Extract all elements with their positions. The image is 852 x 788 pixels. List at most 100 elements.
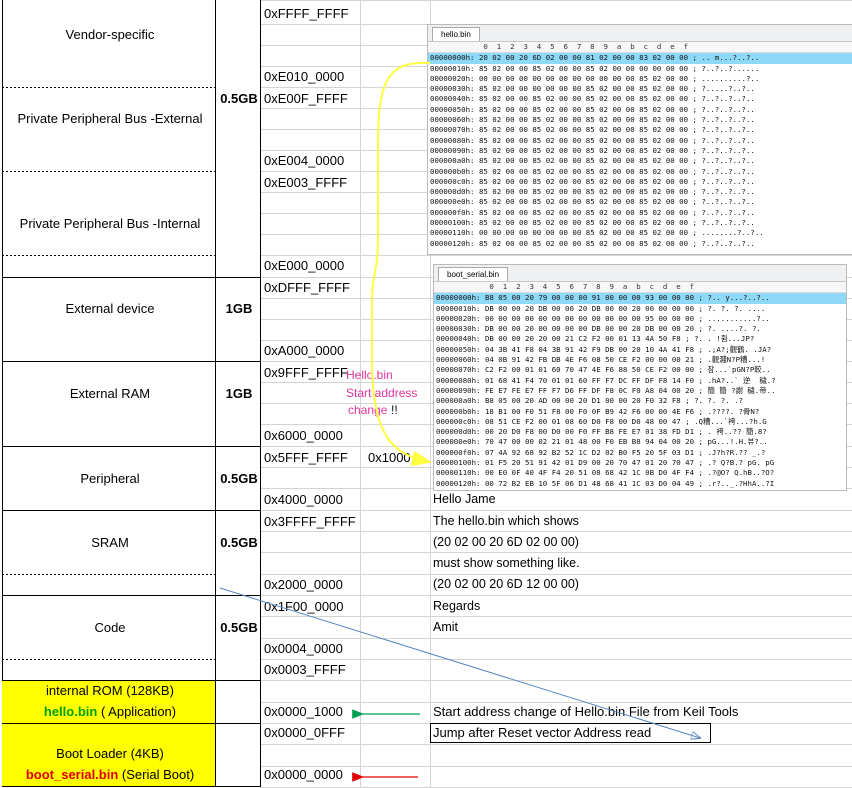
hex-ascii: ; .. m...?..?..	[692, 53, 760, 63]
address-label: 0x6000_0000	[264, 428, 343, 443]
hex-row[interactable]: 00000090h: FE E7 FE E7 FF F7 D6 FF DF F8…	[434, 386, 846, 396]
callout-start-address: Start address change of Hello.bin File f…	[433, 704, 739, 719]
region-external-ram: External RAM	[69, 386, 151, 401]
address-label: 0xFFFF_FFFF	[264, 6, 349, 21]
hex-row[interactable]: 00000120h: 00 72 B2 EB 10 5F 06 D1 48 68…	[434, 479, 846, 489]
hex-row[interactable]: 000000b0h: 85 02 00 00 85 02 00 00 85 02…	[428, 167, 852, 177]
hex-ascii: ; ?.....?..?..	[692, 84, 755, 94]
size-external-ram: 1GB	[225, 386, 253, 401]
hex-bytes: 00 72 B2 EB 10 5F 06 D1 48 68 41 1C 03 D…	[484, 478, 695, 488]
hex-ascii: ; .? Q?B.? pG. pG	[698, 458, 775, 468]
region-internal-rom: internal ROM (128KB)	[46, 683, 174, 698]
hex-row[interactable]: 000000e0h: 70 47 00 00 02 21 01 48 00 F0…	[434, 437, 846, 447]
hex-ascii: ; ?..?..?..?..	[692, 197, 755, 207]
hex-row[interactable]: 00000010h: 85 02 00 00 85 02 00 00 85 02…	[428, 64, 852, 74]
hex-row[interactable]: 00000080h: 85 02 00 00 85 02 00 00 85 02…	[428, 136, 852, 146]
hex-editor-hello: hello.bin 0 1 2 3 4 5 6 7 8 9 a b c d e …	[427, 24, 852, 255]
hex-row[interactable]: 00000100h: 85 02 00 00 85 02 00 00 85 02…	[428, 218, 852, 228]
hex-row[interactable]: 00000050h: 04 3B 41 F8 04 3B 91 42 F9 DB…	[434, 345, 846, 355]
hex-bytes: 85 02 00 00 85 02 00 00 85 02 00 00 85 0…	[478, 115, 689, 125]
hex-row[interactable]: 00000030h: 85 02 00 00 00 00 00 00 85 02…	[428, 84, 852, 94]
hex-ascii: ; ?..?..?..?..	[692, 207, 755, 217]
note-line: (20 02 00 20 6D 02 00 00)	[433, 535, 579, 549]
hex-offset: 000000b0h:	[436, 406, 481, 416]
tab-boot-serial-bin[interactable]: boot_serial.bin	[438, 267, 509, 281]
hex-row[interactable]: 00000100h: 01 F5 20 51 91 42 01 D9 00 20…	[434, 458, 846, 468]
hex-row[interactable]: 000000a0h: 85 02 00 00 85 02 00 00 85 02…	[428, 156, 852, 166]
size-external-device: 1GB	[225, 301, 253, 316]
hex-row[interactable]: 00000030h: DB 00 00 20 00 00 00 00 DB 00…	[434, 324, 846, 334]
hex-row[interactable]: 000000b0h: 18 B1 00 F0 51 F8 00 F0 0F B9…	[434, 407, 846, 417]
address-label: 0x0000_1000	[264, 704, 343, 719]
hex-row[interactable]: 00000060h: 04 0B 91 42 FB DB 4E F6 08 50…	[434, 355, 846, 365]
hex-row[interactable]: 00000040h: 85 02 00 00 85 02 00 00 85 02…	[428, 94, 852, 104]
hex-offset: 00000120h:	[436, 478, 481, 488]
hex-ascii: ; ?..?..?..?..	[692, 135, 755, 145]
hex-row[interactable]: 000000e0h: 85 02 00 00 85 02 00 00 85 02…	[428, 197, 852, 207]
hex-offset: 00000110h:	[430, 228, 475, 238]
hex-row[interactable]: 000000a0h: B8 05 00 20 AD 00 00 20 D1 00…	[434, 396, 846, 406]
hex-row[interactable]: 000000d0h: 00 20 D0 F8 00 D0 00 F0 FF B8…	[434, 427, 846, 437]
hex-row[interactable]: 000000f0h: 85 02 00 00 85 02 00 00 85 02…	[428, 208, 852, 218]
hex-bytes: 85 02 00 00 85 02 00 00 85 02 00 00 00 0…	[478, 63, 689, 73]
hex-row[interactable]: 00000000h: B8 05 00 20 79 00 00 00 91 00…	[434, 293, 846, 304]
hex-row[interactable]: 00000010h: DB 00 00 20 DB 00 00 20 DB 00…	[434, 304, 846, 314]
hex-ascii: ; .;A?;觀鶴. .JA?	[698, 344, 772, 354]
hex-row[interactable]: 000000c0h: 85 02 00 00 85 02 00 00 85 02…	[428, 177, 852, 187]
hex-ascii: ; ?..?..?..?..	[692, 218, 755, 228]
hex-row[interactable]: 00000060h: 85 02 00 00 85 02 00 00 85 02…	[428, 115, 852, 125]
hex-row[interactable]: 00000090h: 85 02 00 00 85 02 00 00 85 02…	[428, 146, 852, 156]
hex-offset: 000000b0h:	[430, 166, 475, 176]
hex-row[interactable]: 00000070h: C2 F2 00 01 01 60 70 47 4E F6…	[434, 365, 846, 375]
hex-row[interactable]: 00000080h: 01 68 41 F4 70 01 01 60 FF F7…	[434, 376, 846, 386]
hex-row[interactable]: 00000110h: 00 E0 0F 40 4F F4 20 51 08 68…	[434, 468, 846, 478]
hex-offset: 00000060h:	[436, 355, 481, 365]
hex-row[interactable]: 00000070h: 85 02 00 00 85 02 00 00 85 02…	[428, 125, 852, 135]
tab-hello-bin[interactable]: hello.bin	[432, 27, 480, 41]
hex-rows: 00000000h: 20 02 00 20 6D 02 00 00 81 02…	[428, 53, 852, 249]
hex-offset: 000000a0h:	[430, 156, 475, 166]
hex-row[interactable]: 000000f0h: 07 4A 92 68 92 B2 52 1C D2 02…	[434, 448, 846, 458]
hex-ascii: ; .????. ?骨N?	[698, 406, 760, 416]
hex-row[interactable]: 00000000h: 20 02 00 20 6D 02 00 00 81 02…	[428, 53, 852, 64]
hex-row[interactable]: 00000020h: 00 00 00 00 00 00 00 00 00 00…	[428, 74, 852, 84]
callout-jump-box: Jump after Reset vector Address read	[430, 723, 711, 743]
hex-offset: 00000010h:	[436, 303, 481, 313]
hex-row[interactable]: 00000020h: 00 00 00 00 00 00 00 00 00 00…	[434, 314, 846, 324]
address-label: 0xE010_0000	[264, 69, 345, 84]
hex-bytes: DB 00 00 20 DB 00 00 20 DB 00 00 20 00 0…	[484, 303, 695, 313]
hex-ascii: ; .Q糟...`袴...?h.G	[685, 416, 767, 426]
hex-ascii: ; ?..?..?..?..	[692, 176, 755, 186]
size-peripheral: 0.5GB	[220, 471, 258, 486]
region-boot-loader: Boot Loader (4KB)	[56, 746, 164, 761]
hex-bytes: B8 05 00 20 AD 00 00 20 D1 00 00 20 F0 3…	[484, 396, 681, 406]
address-label: 0xE004_0000	[264, 153, 345, 168]
hex-bytes: 85 02 00 00 85 02 00 00 85 02 00 00 85 0…	[478, 145, 689, 155]
hex-row[interactable]: 00000050h: 85 02 00 00 85 02 00 00 85 02…	[428, 105, 852, 115]
address-label: 0x0003_FFFF	[264, 662, 346, 677]
hex-row[interactable]: 00000040h: DB 00 00 20 20 00 21 C2 F2 00…	[434, 334, 846, 344]
hex-offset: 00000090h:	[430, 145, 475, 155]
hex-ascii: ; ?..?..?..?..	[692, 115, 755, 125]
hex-row[interactable]: 000000c0h: 08 51 CE F2 00 01 08 60 D0 F8…	[434, 417, 846, 427]
address-label: 0x4000_0000	[264, 492, 343, 507]
hex-offset: 00000110h:	[436, 468, 481, 478]
hex-bytes: 20 02 00 20 6D 02 00 00 81 02 00 00 83 0…	[478, 53, 689, 63]
size-sram: 0.5GB	[220, 535, 258, 550]
address-label: 0x0004_0000	[264, 641, 343, 656]
address-label: 0xE003_FFFF	[264, 175, 348, 190]
hex-ascii: ; ?. ?. ?. .?	[685, 396, 744, 406]
hex-row[interactable]: 000000d0h: 85 02 00 00 85 02 00 00 85 02…	[428, 187, 852, 197]
address-label: 0xDFFF_FFFF	[264, 280, 350, 295]
hex-offset: 00000070h:	[436, 365, 481, 375]
address-label: 0x5FFF_FFFF	[264, 450, 348, 465]
hex-offset: 00000050h:	[436, 344, 481, 354]
hex-row[interactable]: 00000120h: 85 02 00 00 85 02 00 00 85 02…	[428, 239, 852, 249]
hex-row[interactable]: 00000110h: 00 00 00 00 00 00 00 00 85 02…	[428, 228, 852, 238]
region-boot-loader-sub: boot_serial.bin (Serial Boot)	[25, 767, 195, 782]
hex-ascii: ; ?..?..?..?..	[692, 238, 755, 248]
region-ppb-internal: Private Peripheral Bus -Internal	[19, 216, 201, 231]
hex-offset: 00000040h:	[430, 94, 475, 104]
hex-bytes: 04 3B 41 F8 04 3B 91 42 F9 DB 00 20 10 4…	[484, 344, 695, 354]
address-label: 0x9FFF_FFFF	[264, 365, 348, 380]
